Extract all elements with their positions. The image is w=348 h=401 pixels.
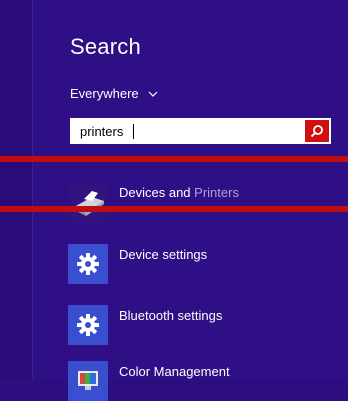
search-icon: [310, 125, 323, 138]
text-caret: [133, 124, 134, 139]
result-devices-and-printers[interactable]: Devices and Printers: [68, 182, 338, 222]
result-label: Bluetooth settings: [119, 308, 223, 323]
search-box: [70, 118, 331, 144]
red-annotation-line-top: [0, 156, 348, 162]
search-scope-label: Everywhere: [70, 86, 139, 101]
pane-divider: [32, 0, 33, 379]
result-device-settings[interactable]: Device settings: [68, 244, 338, 284]
left-edge-strip: [0, 0, 32, 379]
result-bluetooth-settings[interactable]: Bluetooth settings: [68, 305, 338, 345]
search-title: Search: [70, 34, 141, 59]
result-color-management[interactable]: Color Management: [68, 361, 338, 401]
red-annotation-line-bottom: [0, 206, 348, 212]
gear-icon: [68, 305, 108, 345]
printer-icon: [68, 182, 108, 222]
result-label: Device settings: [119, 247, 208, 262]
search-button[interactable]: [305, 120, 329, 142]
search-scope-dropdown[interactable]: Everywhere: [70, 86, 158, 101]
chevron-down-icon: [148, 91, 158, 97]
color-management-icon: [68, 361, 108, 401]
result-label: Color Management: [119, 364, 230, 379]
gear-icon: [68, 244, 108, 284]
result-label: Devices and Printers: [119, 185, 239, 200]
search-input[interactable]: [70, 118, 305, 144]
